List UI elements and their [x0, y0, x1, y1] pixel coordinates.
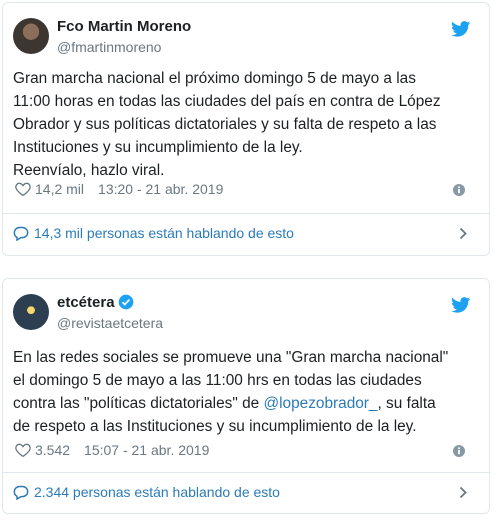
mention-link[interactable]: @lopezobrador_: [263, 395, 377, 412]
avatar[interactable]: [13, 294, 49, 330]
tweet-text-line: Gran marcha nacional el próximo domingo …: [13, 70, 416, 87]
chevron-right-icon: [459, 486, 467, 499]
divider: [3, 213, 489, 214]
tweet-text-segment: contra las "políticas dictatoriales" de: [13, 395, 264, 412]
heart-icon[interactable]: [15, 182, 31, 196]
tweet-meta: 14,2 mil 13:20 - 21 abr. 2019: [15, 181, 223, 197]
tweet-meta: 3.542 15:07 - 21 abr. 2019: [15, 442, 209, 458]
author-handle[interactable]: @revistaetcetera: [57, 315, 163, 331]
speech-bubble-icon: [13, 226, 29, 241]
tweet-text-line: el domingo 5 de mayo a las 11:00 hrs en …: [13, 372, 422, 389]
tweet-text-line: 11:00 horas en todas las ciudades del pa…: [13, 93, 441, 110]
verified-badge-icon: [118, 294, 133, 310]
chevron-right-icon: [459, 227, 467, 240]
author-name[interactable]: etcétera: [57, 294, 134, 311]
conversation-link[interactable]: 2.344 personas están hablando de esto: [13, 474, 489, 510]
tweet-text-line: Obrador y sus políticas dictatoriales y …: [13, 116, 437, 133]
tweet-text-line: Reenvíalo, hazlo viral.: [13, 162, 165, 179]
tweet-text-line: Instituciones y su incumplimiento de la …: [13, 139, 303, 156]
tweet-timestamp[interactable]: 13:20 - 21 abr. 2019: [98, 181, 223, 197]
twitter-bird-icon[interactable]: [451, 297, 471, 313]
info-icon[interactable]: [453, 445, 465, 457]
heart-icon[interactable]: [15, 443, 31, 457]
tweet-text: En las redes sociales se promueve una "G…: [13, 346, 483, 438]
conversation-text: 14,3 mil personas están hablando de esto: [34, 225, 294, 241]
conversation-link[interactable]: 14,3 mil personas están hablando de esto: [13, 215, 489, 251]
tweet-text: Gran marcha nacional el próximo domingo …: [13, 67, 483, 182]
tweet-card-revistaetcetera[interactable]: etcétera @revistaetcetera En las redes s…: [2, 278, 490, 514]
twitter-bird-icon[interactable]: [451, 21, 471, 37]
tweet-header: etcétera @revistaetcetera: [3, 279, 489, 335]
info-icon[interactable]: [453, 184, 465, 196]
tweet-text-line: En las redes sociales se promueve una "G…: [13, 349, 449, 366]
tweet-header: Fco Martin Moreno @fmartinmoreno: [3, 3, 489, 59]
tweet-timestamp[interactable]: 15:07 - 21 abr. 2019: [84, 442, 209, 458]
like-count[interactable]: 3.542: [35, 442, 70, 458]
tweet-text-line: de respeto a las Instituciones y su incu…: [13, 418, 417, 435]
conversation-text: 2.344 personas están hablando de esto: [34, 484, 280, 500]
speech-bubble-icon: [13, 485, 29, 500]
tweet-text-line: contra las "políticas dictatoriales" de …: [13, 392, 483, 415]
divider: [3, 472, 489, 473]
author-name-text: etcétera: [57, 294, 115, 311]
tweet-text-segment: , su falta: [377, 395, 436, 412]
author-handle[interactable]: @fmartinmoreno: [57, 39, 161, 55]
like-count[interactable]: 14,2 mil: [35, 181, 84, 197]
tweet-card-fmartinmoreno[interactable]: Fco Martin Moreno @fmartinmoreno Gran ma…: [2, 2, 490, 256]
author-name[interactable]: Fco Martin Moreno: [57, 18, 191, 35]
avatar[interactable]: [13, 18, 49, 54]
